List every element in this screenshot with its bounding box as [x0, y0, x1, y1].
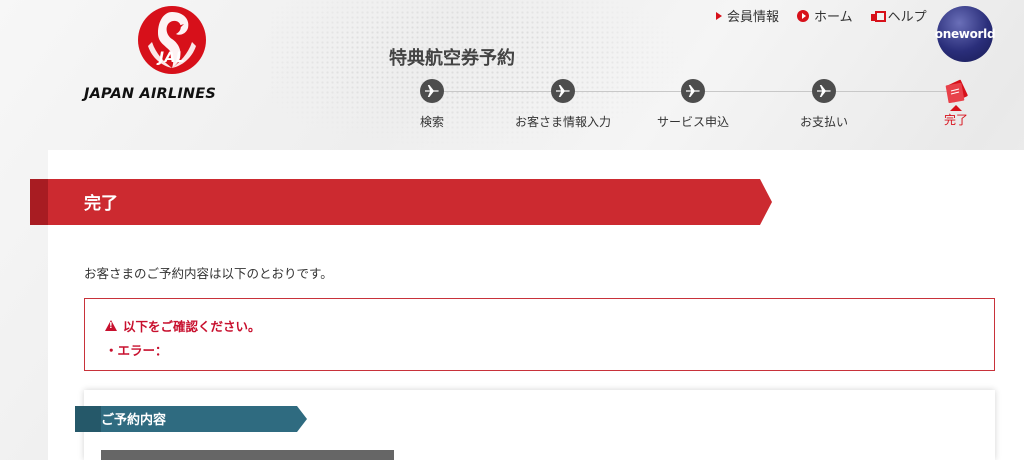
alert-title: 以下をご確認ください。 [105, 316, 261, 335]
banner-title: 完了 [84, 194, 118, 214]
circle-play-icon [797, 9, 810, 22]
brand-name: JAPAN AIRLINES [84, 86, 217, 102]
airplane-icon [681, 79, 705, 103]
step-label: 完了 [943, 113, 968, 127]
help-label: ヘルプ [887, 10, 927, 25]
top-navigation: 会員情報 ホーム ヘルプ [716, 6, 927, 25]
step-payment: お支払い [764, 79, 884, 130]
oneworld-logo[interactable]: oneworld [935, 6, 996, 62]
member-info-label: 会員情報 [727, 10, 780, 25]
airplane-icon [551, 79, 575, 103]
ticket-icon [941, 79, 971, 104]
page-title: 特典航空券予約 [389, 48, 515, 69]
help-link[interactable]: ヘルプ [870, 6, 927, 25]
complete-banner [30, 179, 772, 225]
jal-logo[interactable]: JAL JAPAN AIRLINES [84, 6, 264, 106]
error-line: ・エラー： [105, 343, 168, 358]
airplane-icon [420, 79, 444, 103]
step-label: サービス申込 [656, 115, 729, 129]
member-info-link[interactable]: 会員情報 [716, 6, 779, 25]
home-label: ホーム [814, 10, 853, 25]
alert-box: 以下をご確認ください。 ・エラー： [84, 298, 995, 371]
help-icon [870, 10, 886, 22]
alert-title-text: 以下をご確認ください。 [123, 319, 261, 334]
step-service: サービス申込 [633, 79, 753, 130]
step-search: 検索 [372, 79, 492, 130]
intro-text: お客さまのご予約内容は以下のとおりです。 [84, 266, 333, 281]
airplane-icon [812, 79, 836, 103]
warning-icon [105, 320, 117, 331]
step-label: 検索 [419, 115, 444, 129]
step-label: お支払い [799, 115, 848, 129]
table-header-bar [101, 450, 394, 460]
jal-wordmark: JAL [158, 50, 186, 66]
section-title: ご予約内容 [101, 413, 167, 428]
home-link[interactable]: ホーム [797, 6, 853, 25]
step-customer-info: お客さま情報入力 [503, 79, 623, 130]
triangle-arrow-icon [716, 11, 722, 20]
step-complete: 完了 [896, 79, 1016, 128]
step-label: お客さま情報入力 [514, 115, 611, 129]
